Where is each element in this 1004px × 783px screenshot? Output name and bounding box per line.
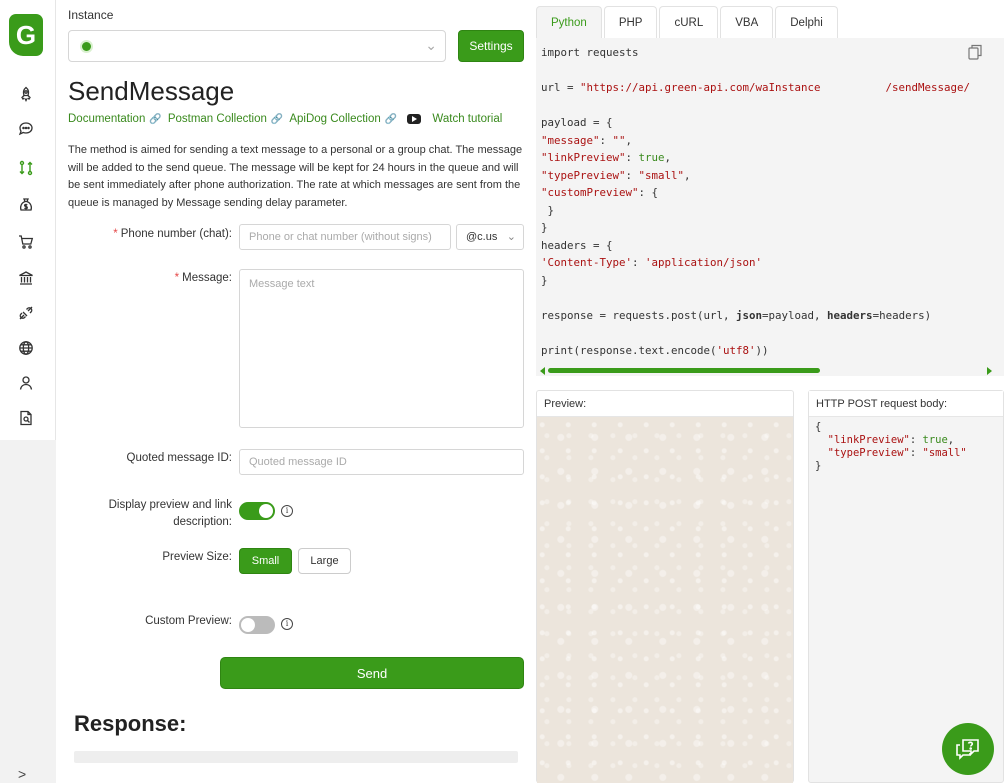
toggle-knob [241, 618, 255, 632]
required-mark: * [113, 228, 118, 240]
display-preview-label-line2: description: [173, 516, 232, 528]
document-search-icon[interactable] [16, 408, 36, 428]
info-icon[interactable]: i [281, 505, 293, 517]
sidebar-footer [0, 440, 56, 783]
code-text[interactable]: import requests url = "https://api.green… [541, 44, 970, 359]
doc-links: Documentation 🔗 Postman Collection 🔗 ApiDo… [68, 113, 502, 125]
required-mark: * [174, 272, 180, 284]
chat-suffix-select[interactable]: @c.us ⌄ [456, 224, 524, 250]
help-chat-icon [956, 739, 979, 760]
custom-preview-label: Custom Preview: [145, 615, 232, 627]
response-output [74, 751, 518, 763]
code-snippet: import requests url = "https://api.green… [536, 38, 1004, 376]
quoted-id-input[interactable]: Quoted message ID [239, 449, 524, 475]
instance-label: Instance [68, 8, 114, 22]
custom-preview-toggle[interactable] [239, 616, 275, 634]
logo-letter: G [15, 20, 37, 50]
postman-link[interactable]: Postman Collection 🔗 [168, 113, 284, 125]
scroll-right-icon[interactable] [987, 367, 992, 375]
send-button[interactable]: Send [220, 657, 524, 689]
preview-panel: Preview: [536, 390, 794, 783]
tab-python[interactable]: Python [536, 6, 602, 38]
language-tabs: Python PHP cURL VBA Delphi [536, 6, 840, 38]
rocket-icon[interactable] [16, 84, 36, 104]
chat-suffix-value: @c.us [466, 231, 498, 243]
instance-select[interactable]: ⌄ [68, 30, 446, 62]
scroll-left-icon[interactable] [540, 367, 545, 375]
scrollbar-thumb[interactable] [548, 368, 820, 373]
size-large-button[interactable]: Large [298, 548, 351, 574]
integration-icon[interactable] [16, 303, 36, 323]
globe-icon[interactable] [16, 338, 36, 358]
request-body-title: HTTP POST request body: [809, 391, 1003, 417]
phone-label: * Phone number (chat): [96, 228, 232, 240]
preview-title: Preview: [537, 391, 793, 417]
copy-icon[interactable] [968, 44, 982, 60]
tab-delphi[interactable]: Delphi [775, 6, 838, 38]
display-preview-toggle[interactable] [239, 502, 275, 520]
youtube-icon [407, 114, 422, 124]
tab-php[interactable]: PHP [603, 6, 658, 38]
code-panel: Python PHP cURL VBA Delphi import reques… [536, 0, 1004, 783]
tab-vba[interactable]: VBA [720, 6, 774, 38]
apidog-link-label: ApiDog Collection [289, 113, 381, 125]
watch-tutorial-label: Watch tutorial [432, 113, 503, 125]
external-link-icon: 🔗 [149, 113, 162, 125]
api-methods-icon[interactable] [16, 158, 36, 178]
postman-link-label: Postman Collection [167, 113, 267, 125]
preview-size-label: Preview Size: [162, 551, 232, 563]
chevron-down-icon: ⌄ [425, 37, 437, 53]
method-description: The method is aimed for sending a text m… [68, 144, 523, 209]
tab-curl[interactable]: cURL [659, 6, 719, 38]
request-body-json: { "linkPreview": true, "typePreview": "s… [815, 421, 967, 472]
display-preview-label: Display preview and link description: [96, 497, 232, 531]
message-label: * Message: [96, 272, 232, 284]
chat-preview-background [537, 417, 793, 783]
chevron-down-icon: ⌄ [506, 231, 516, 243]
watch-tutorial-link[interactable]: Watch tutorial [403, 113, 502, 125]
sidebar: G > [0, 0, 56, 783]
phone-label-text: Phone number (chat): [120, 228, 232, 240]
message-label-text: Message: [182, 272, 232, 284]
toggle-knob [259, 504, 273, 518]
instance-status-dot [82, 42, 91, 51]
quoted-id-label: Quoted message ID: [126, 452, 232, 464]
horizontal-scrollbar[interactable] [540, 366, 992, 375]
external-link-icon: 🔗 [384, 113, 398, 125]
message-textarea[interactable]: Message text [239, 269, 524, 428]
apidog-link[interactable]: ApiDog Collection 🔗 [289, 113, 397, 125]
phone-input[interactable]: Phone or chat number (without signs) [239, 224, 451, 250]
info-icon[interactable]: i [281, 618, 293, 630]
method-form: Instance ⌄ Settings SendMessage Document… [56, 0, 536, 783]
bank-icon[interactable] [16, 268, 36, 288]
sidebar-collapse-button[interactable]: > [18, 766, 32, 782]
page-title: SendMessage [68, 76, 235, 106]
user-icon[interactable] [16, 373, 36, 393]
chat-icon[interactable] [16, 119, 36, 139]
documentation-link[interactable]: Documentation 🔗 [68, 113, 162, 125]
settings-button[interactable]: Settings [458, 30, 524, 62]
external-link-icon: 🔗 [270, 113, 284, 125]
money-bag-icon[interactable] [16, 195, 36, 215]
cart-icon[interactable] [16, 232, 36, 252]
size-small-button[interactable]: Small [239, 548, 292, 574]
logo[interactable]: G [9, 14, 43, 56]
response-title: Response: [74, 711, 187, 736]
display-preview-label-line1: Display preview and link [108, 499, 232, 511]
documentation-link-label: Documentation [68, 113, 146, 125]
support-chat-button[interactable] [942, 723, 994, 775]
